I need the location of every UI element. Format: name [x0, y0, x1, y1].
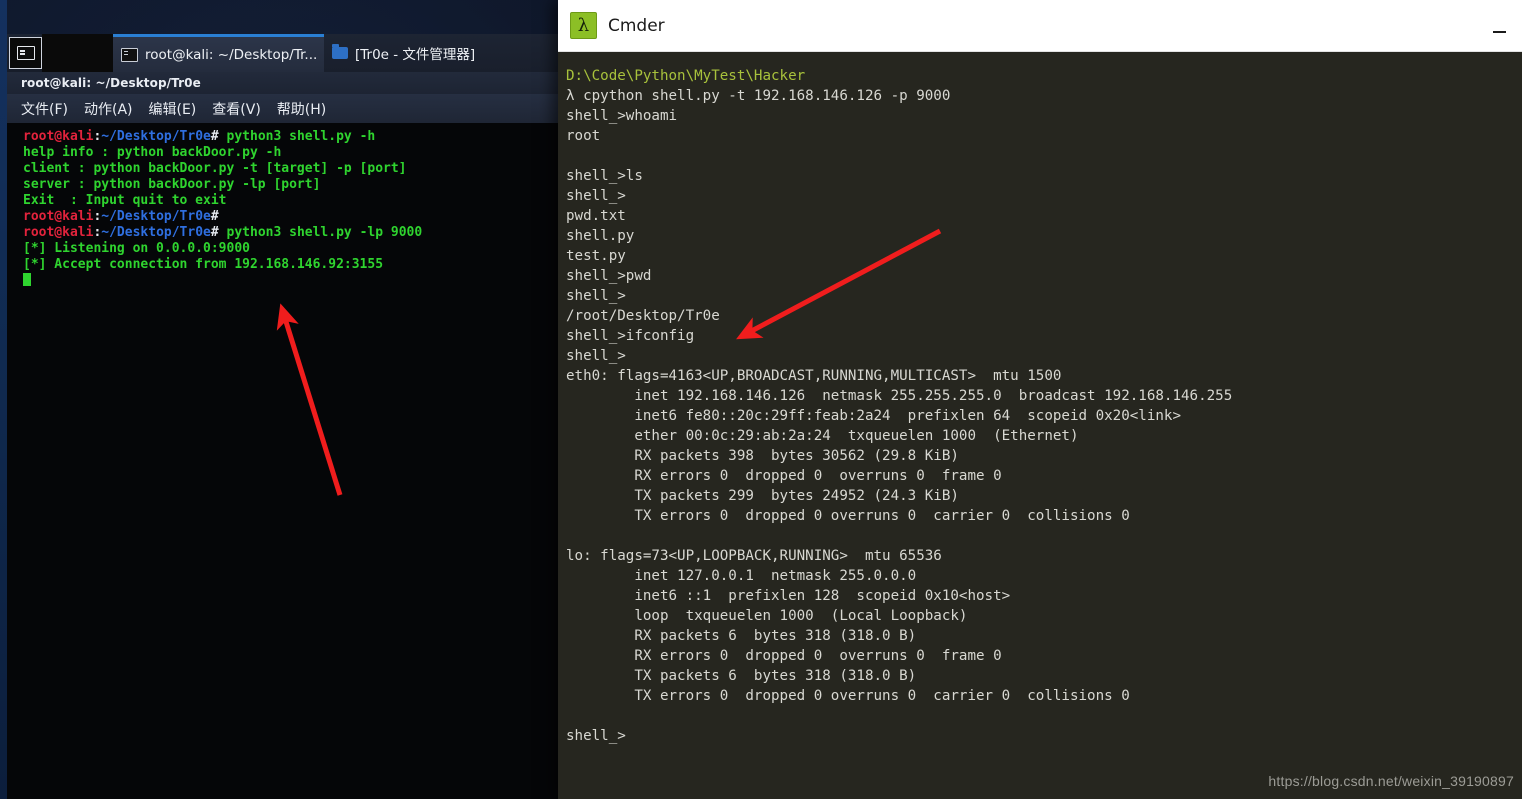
- taskbar-item-label: [Tr0e - 文件管理器]: [355, 43, 475, 63]
- kali-menubar: 文件(F) 动作(A) 编辑(E) 查看(V) 帮助(H): [7, 94, 558, 123]
- menu-file[interactable]: 文件(F): [21, 99, 68, 119]
- menu-view[interactable]: 查看(V): [212, 99, 261, 119]
- desktop-left-edge: [0, 0, 7, 799]
- minimize-icon: [1493, 31, 1506, 33]
- menu-edit[interactable]: 编辑(E): [149, 99, 197, 119]
- kali-window-titlebar: root@kali: ~/Desktop/Tr0e: [7, 72, 558, 94]
- kali-taskbar: root@kali: ~/Desktop/Tr... [Tr0e - 文件管理器…: [7, 34, 558, 72]
- kali-terminal-text: root@kali:~/Desktop/Tr0e# python3 shell.…: [23, 129, 558, 289]
- minimize-button[interactable]: [1486, 22, 1512, 42]
- taskbar-item-label: root@kali: ~/Desktop/Tr...: [145, 47, 317, 63]
- terminal-icon: [121, 48, 138, 62]
- kali-terminal-window: root@kali: ~/Desktop/Tr... [Tr0e - 文件管理器…: [7, 34, 558, 799]
- kali-terminal-output[interactable]: root@kali:~/Desktop/Tr0e# python3 shell.…: [7, 123, 558, 799]
- terminal-launcher-button[interactable]: [9, 37, 42, 69]
- screenshot-root: root@kali: ~/Desktop/Tr... [Tr0e - 文件管理器…: [0, 0, 1522, 799]
- cmder-terminal-text: D:\Code\Python\MyTest\Hacker λ cpython s…: [566, 66, 1522, 746]
- cmder-lambda-logo-icon: λ: [570, 12, 597, 39]
- menu-action[interactable]: 动作(A): [84, 99, 133, 119]
- taskbar-item-file-manager[interactable]: [Tr0e - 文件管理器]: [324, 34, 558, 72]
- folder-icon: [332, 47, 348, 59]
- taskbar-item-terminal[interactable]: root@kali: ~/Desktop/Tr...: [113, 34, 324, 72]
- cmder-terminal-output[interactable]: D:\Code\Python\MyTest\Hacker λ cpython s…: [558, 52, 1522, 799]
- menu-help[interactable]: 帮助(H): [277, 99, 326, 119]
- kali-window-title: root@kali: ~/Desktop/Tr0e: [21, 76, 201, 90]
- cmder-window: λ Cmder D:\Code\Python\MyTest\Hacker λ c…: [558, 0, 1522, 799]
- taskbar-spacer: [42, 34, 113, 72]
- cmder-titlebar[interactable]: λ Cmder: [558, 0, 1522, 52]
- terminal-icon: [17, 46, 35, 60]
- watermark-url: https://blog.csdn.net/weixin_39190897: [1268, 773, 1514, 789]
- lambda-glyph: λ: [578, 17, 589, 35]
- cmder-window-title: Cmder: [608, 16, 665, 36]
